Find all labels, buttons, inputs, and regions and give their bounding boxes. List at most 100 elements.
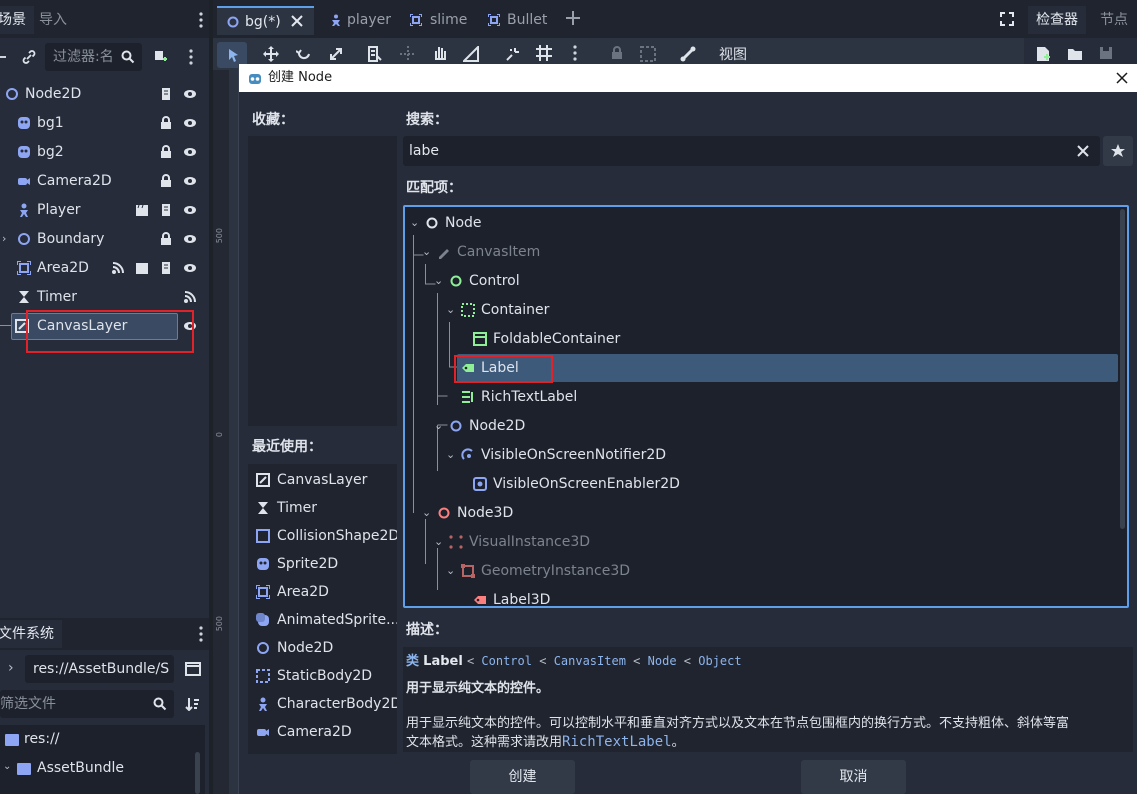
link-icon[interactable] [20,48,38,66]
lock-icon[interactable] [159,116,173,130]
scene-node-timer[interactable]: Timer [0,283,209,311]
recent-item[interactable]: Area2D [248,578,397,606]
match-item-visualinstance3d[interactable]: ⌄ VisualInstance3D [405,528,1127,556]
clapper-icon[interactable] [135,261,149,275]
rotate-icon[interactable] [296,46,312,62]
attach-script-icon[interactable] [151,48,169,66]
close-icon[interactable] [1116,72,1128,84]
recent-item[interactable]: Timer [248,494,397,522]
tab-bg[interactable]: bg(*) [217,6,314,35]
grid-snap-icon[interactable] [536,45,552,61]
filesystem-filter-input[interactable]: 筛选文件 [0,690,174,718]
scene-node-bg2[interactable]: bg2 [0,138,209,166]
match-item-container[interactable]: ⌄ Container [405,296,1127,324]
recent-item[interactable]: Camera2D [248,718,397,746]
lock-icon[interactable] [159,174,173,188]
open-folder-icon[interactable] [1067,47,1083,61]
match-item-label3d[interactable]: Label3D [405,586,1127,606]
collapse-arrow-icon[interactable]: ⌄ [410,209,419,237]
match-item-visibleonscreennotifier2d[interactable]: ⌄ VisibleOnScreenNotifier2D [405,441,1127,469]
scene-menu-icon[interactable] [186,48,196,66]
ruler-icon[interactable] [463,46,479,62]
favorite-button[interactable] [1103,136,1133,166]
inherit-link[interactable]: Node [648,654,677,668]
match-item-geometryinstance3d[interactable]: ⌄ GeometryInstance3D [405,557,1127,585]
move-icon[interactable] [263,46,279,62]
collapse-arrow-icon[interactable]: ⌄ [434,412,443,440]
filesystem-item[interactable]: AssetBundle [37,760,124,776]
visibility-icon[interactable] [183,145,197,159]
cancel-button[interactable]: 取消 [801,760,906,794]
match-item-richtextlabel[interactable]: RichTextLabel [405,383,1127,411]
script-icon[interactable] [159,261,173,275]
expand-arrow-icon[interactable]: ⌄ [3,761,11,772]
filesystem-item[interactable]: res:// [24,731,60,747]
visibility-icon[interactable] [183,174,197,188]
inherit-link[interactable]: CanvasItem [554,654,626,668]
match-item-node[interactable]: ⌄ Node [405,209,1127,237]
visibility-icon[interactable] [183,203,197,217]
inherit-link[interactable]: Control [481,654,532,668]
visibility-icon[interactable] [183,232,197,246]
split-view-icon[interactable] [184,660,202,678]
list-select-icon[interactable] [367,46,383,62]
recent-item[interactable]: AnimatedSprite... [248,606,397,634]
tab-inspector[interactable]: 检查器 [1028,6,1086,34]
richtextlabel-link[interactable]: RichTextLabel [562,734,672,750]
collapse-arrow-icon[interactable]: ⌄ [434,528,443,556]
tab-filesystem[interactable]: 文件系统 [0,620,62,648]
match-item-canvasitem[interactable]: ⌄ CanvasItem [405,238,1127,266]
scene-node-bg1[interactable]: bg1 [0,109,209,137]
dock-menu-icon[interactable] [196,626,206,642]
pan-icon[interactable] [432,45,448,61]
match-item-control[interactable]: ⌄ Control [405,267,1127,295]
collapse-arrow-icon[interactable]: ⌄ [434,267,443,295]
add-tab-icon[interactable] [566,11,580,25]
bone-icon[interactable] [680,46,696,62]
scene-node-boundary[interactable]: › Boundary [0,225,209,253]
scrollbar[interactable] [195,752,200,794]
recent-item[interactable]: CanvasLayer [248,466,397,494]
sort-icon[interactable] [184,696,200,712]
scene-node-node2d[interactable]: Node2D [0,80,209,108]
recent-item[interactable]: StaticBody2D [248,662,397,690]
smart-snap-icon[interactable] [505,46,521,62]
save-icon[interactable] [1099,46,1113,60]
forward-icon[interactable]: › [8,660,14,676]
scale-icon[interactable] [328,46,344,62]
group-icon[interactable] [640,46,656,62]
clear-search-icon[interactable] [1077,145,1089,157]
add-node-icon[interactable] [0,56,6,58]
visibility-icon[interactable] [183,261,197,275]
match-item-foldablecontainer[interactable]: FoldableContainer [405,325,1127,353]
collapse-arrow-icon[interactable]: ⌄ [422,499,431,527]
tab-node[interactable]: 节点 [1092,6,1136,34]
script-icon[interactable] [159,203,173,217]
matches-scrollbar[interactable] [1120,209,1125,529]
inherit-link[interactable]: Object [698,654,741,668]
collapse-arrow-icon[interactable]: ⌄ [446,441,455,469]
filesystem-path-input[interactable]: res://AssetBundle/S [25,655,174,683]
clapper-icon[interactable] [135,203,149,217]
collapse-arrow-icon[interactable]: ⌄ [422,238,431,266]
match-item-visibleonscreenenabler2d[interactable]: VisibleOnScreenEnabler2D [405,470,1127,498]
tab-import[interactable]: 导入 [31,6,75,34]
pivot-icon[interactable] [400,46,416,62]
search-input[interactable]: labe [403,136,1100,166]
lock-icon[interactable] [610,46,624,60]
tab-scene[interactable]: 场景 [0,6,34,34]
match-item-node3d[interactable]: ⌄ Node3D [405,499,1127,527]
scene-node-player[interactable]: Player [0,196,209,224]
recent-item[interactable]: Sprite2D [248,550,397,578]
fullscreen-icon[interactable] [1000,12,1014,26]
create-button[interactable]: 创建 [470,760,575,794]
visibility-icon[interactable] [183,116,197,130]
lock-icon[interactable] [159,145,173,159]
signal-icon[interactable] [183,290,197,304]
script-icon[interactable] [159,87,173,101]
collapse-arrow-icon[interactable]: ⌄ [446,557,455,585]
toolbar-menu-icon[interactable] [573,45,577,61]
close-icon[interactable] [291,15,303,27]
expand-arrow-icon[interactable]: › [2,225,6,253]
view-menu[interactable]: 视图 [719,44,747,64]
